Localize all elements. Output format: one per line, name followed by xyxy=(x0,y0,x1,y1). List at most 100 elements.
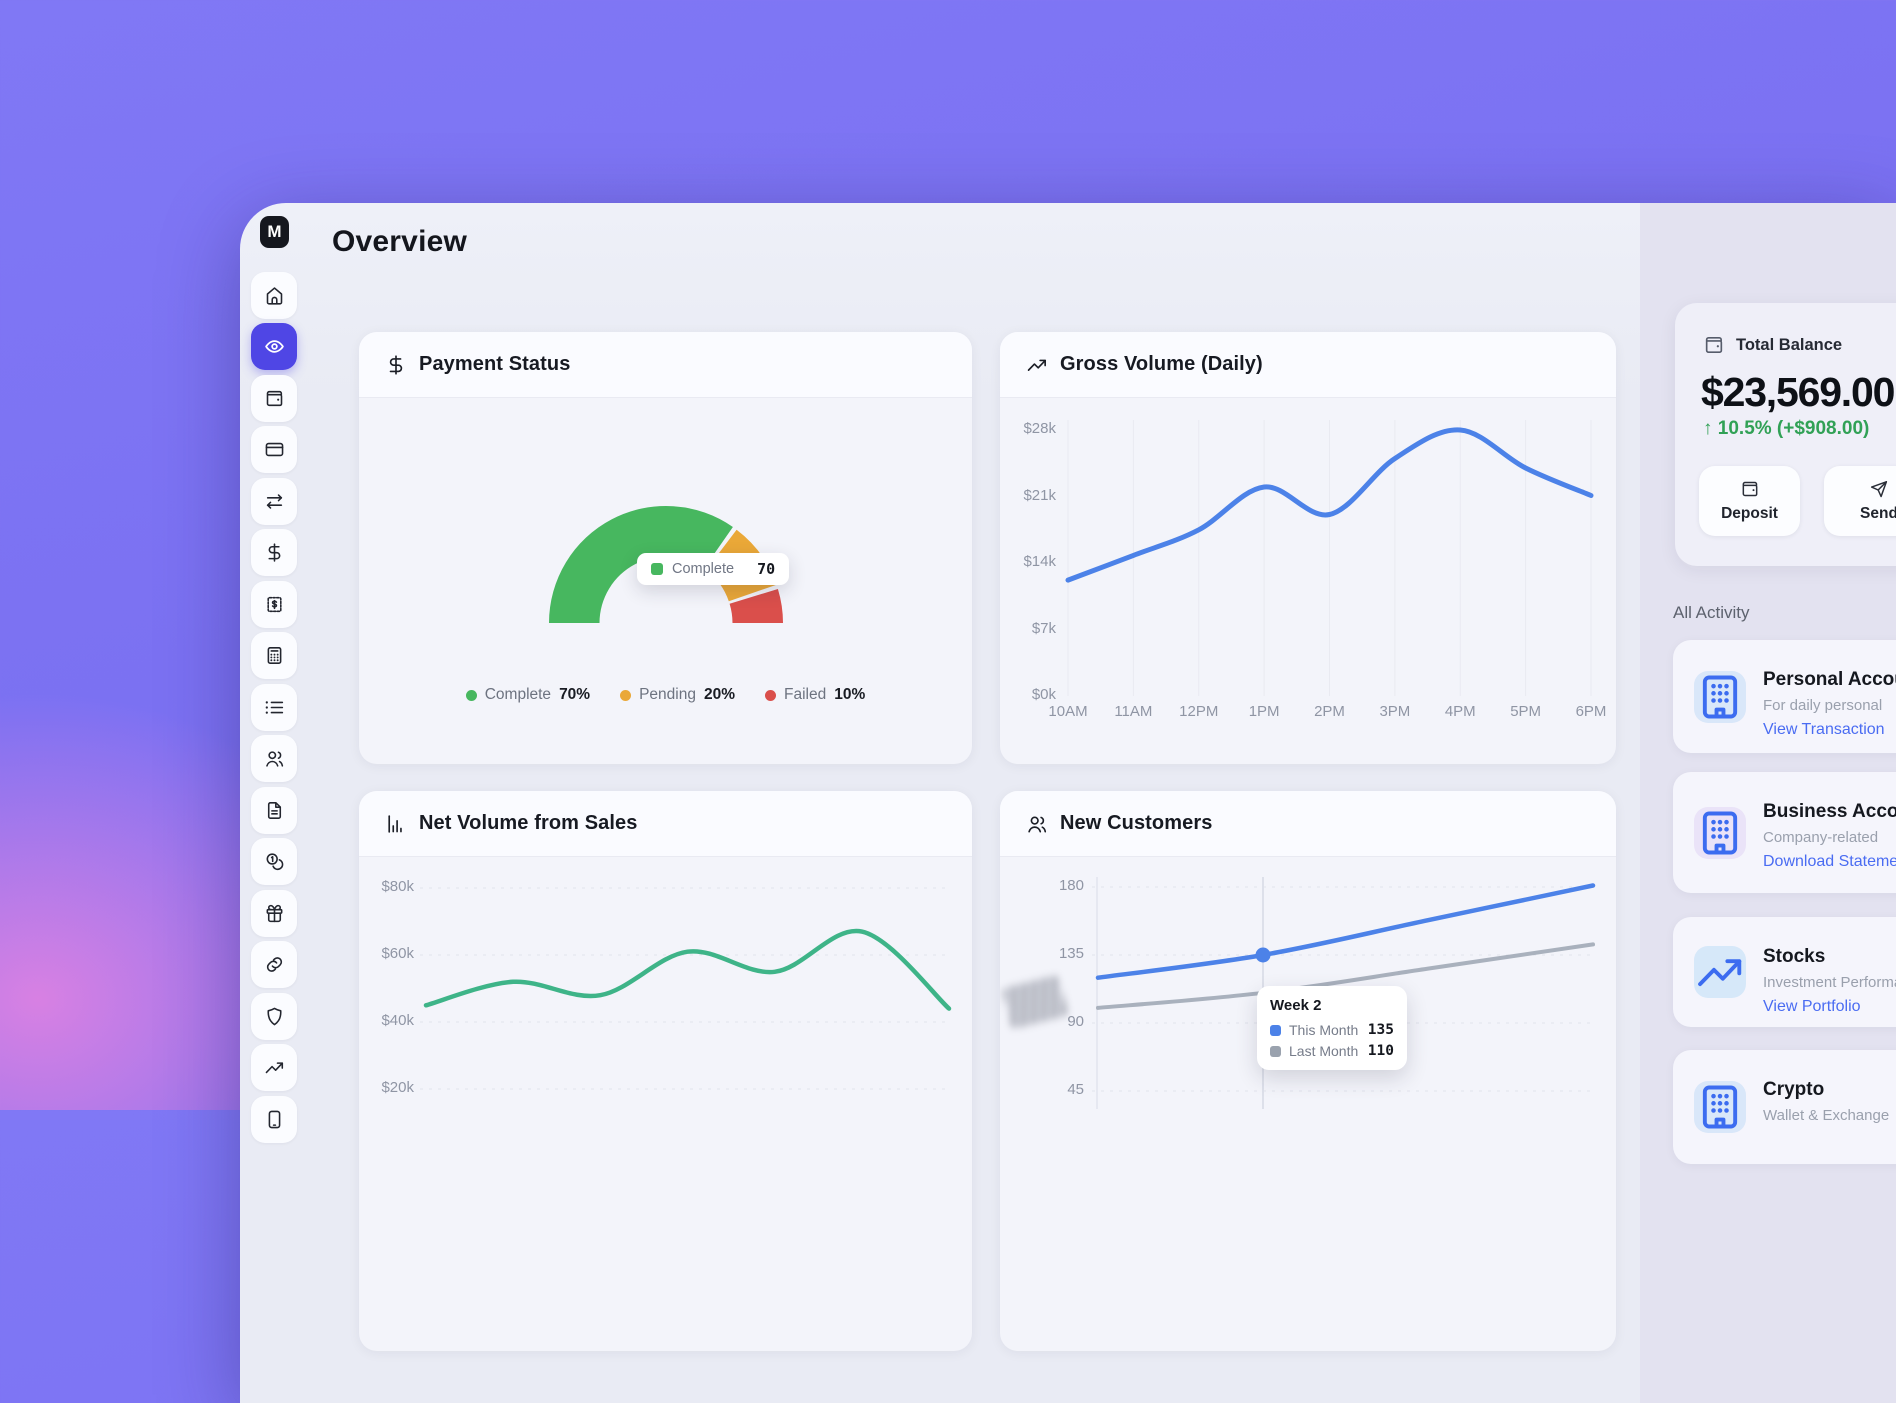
activity-subtitle: For daily personal xyxy=(1763,697,1882,714)
eye-icon xyxy=(264,336,285,357)
tooltip-label: Last Month xyxy=(1289,1043,1358,1059)
legend-value: 20% xyxy=(704,686,735,704)
legend-dot xyxy=(466,690,477,701)
tooltip-label: Complete xyxy=(672,561,734,577)
sidebar-item-coins[interactable] xyxy=(251,838,297,885)
legend-value: 70% xyxy=(559,686,590,704)
sidebar-item-wallet[interactable] xyxy=(251,375,297,422)
shield-icon xyxy=(264,1006,285,1027)
legend-label: Failed xyxy=(784,686,826,704)
x-tick-label: 2PM xyxy=(1298,703,1362,720)
page-title: Overview xyxy=(332,225,467,259)
legend-label: Pending xyxy=(639,686,696,704)
legend-value: 10% xyxy=(834,686,865,704)
y-tick-label: $20k xyxy=(363,1079,414,1096)
y-tick-label: $60k xyxy=(363,945,414,962)
receipt-dollar-icon xyxy=(264,594,285,615)
total-balance-card: Total Balance $23,569.00 ↑ 10.5% (+$908.… xyxy=(1675,303,1896,566)
tooltip-value: 110 xyxy=(1368,1043,1394,1059)
sidebar-item-overview[interactable] xyxy=(251,323,297,370)
legend-dot xyxy=(620,690,631,701)
trending-up-icon xyxy=(264,1057,285,1078)
balance-actions: Deposit Send xyxy=(1699,466,1896,536)
sidebar-item-security[interactable] xyxy=(251,993,297,1040)
legend-swatch xyxy=(651,563,663,575)
y-tick-label: $28k xyxy=(1004,420,1056,437)
building-icon xyxy=(1694,1081,1746,1133)
tooltip-label: This Month xyxy=(1289,1022,1358,1038)
x-tick-label: 3PM xyxy=(1363,703,1427,720)
gauge-tooltip: Complete 70 xyxy=(637,553,789,585)
net-volume-chart xyxy=(359,791,972,1351)
x-tick-label: 10AM xyxy=(1036,703,1100,720)
file-text-icon xyxy=(264,800,285,821)
sidebar-item-device[interactable] xyxy=(251,1096,297,1143)
y-tick-label: $7k xyxy=(1004,620,1056,637)
activity-link[interactable]: View Portfolio xyxy=(1763,998,1861,1016)
activity-link[interactable]: View Transaction xyxy=(1763,721,1885,739)
send-button[interactable]: Send xyxy=(1824,466,1896,536)
tooltip-title: Week 2 xyxy=(1270,997,1394,1014)
x-tick-label: 5PM xyxy=(1494,703,1558,720)
y-tick-label: 180 xyxy=(1034,877,1084,894)
coins-icon xyxy=(264,851,285,872)
legend-item: Complete 70% xyxy=(466,686,590,704)
tooltip-value: 70 xyxy=(757,560,775,578)
tooltip-value: 135 xyxy=(1368,1022,1394,1038)
sidebar-item-payments[interactable] xyxy=(251,529,297,576)
activity-title: Business Account xyxy=(1763,801,1896,823)
x-tick-label: 12PM xyxy=(1167,703,1231,720)
activity-item-crypto[interactable]: CryptoWallet & Exchange xyxy=(1673,1050,1896,1164)
sidebar-item-list[interactable] xyxy=(251,684,297,731)
chart-tooltip: Week 2 This Month 135 Last Month 110 xyxy=(1257,986,1407,1070)
gauge-legend: Complete 70% Pending 20% Failed 10% xyxy=(359,686,972,704)
y-tick-label: $14k xyxy=(1004,553,1056,570)
activity-item-stocks[interactable]: StocksInvestment PerformanceView Portfol… xyxy=(1673,917,1896,1027)
net-volume-card: Net Volume from Sales $80k$60k$40k$20k xyxy=(359,791,972,1351)
activity-title: Personal Account xyxy=(1763,669,1896,691)
tooltip-row: This Month 135 xyxy=(1270,1022,1394,1038)
tooltip-row: Last Month 110 xyxy=(1270,1043,1394,1059)
sidebar-item-analytics[interactable] xyxy=(251,1044,297,1091)
sidebar-item-transfers[interactable] xyxy=(251,478,297,525)
sidebar-item-links[interactable] xyxy=(251,941,297,988)
legend-dot xyxy=(765,690,776,701)
list-icon xyxy=(264,697,285,718)
app-logo[interactable]: M xyxy=(260,216,289,248)
building-icon xyxy=(1694,671,1746,723)
x-tick-label: 11AM xyxy=(1101,703,1165,720)
legend-label: Complete xyxy=(485,686,551,704)
sidebar-item-calculator[interactable] xyxy=(251,632,297,679)
all-activity-title: All Activity xyxy=(1673,603,1750,623)
sidebar-item-cards[interactable] xyxy=(251,426,297,473)
wallet-icon xyxy=(1703,334,1725,356)
gift-icon xyxy=(264,903,285,924)
sidebar-item-home[interactable] xyxy=(251,272,297,319)
sidebar-item-invoices[interactable] xyxy=(251,581,297,628)
y-tick-label: $80k xyxy=(363,878,414,895)
trending-up-icon xyxy=(1694,946,1746,998)
payment-status-card: Payment Status Complete 70 Complete 70% … xyxy=(359,332,972,764)
x-tick-label: 4PM xyxy=(1428,703,1492,720)
legend-item: Failed 10% xyxy=(765,686,865,704)
home-icon xyxy=(264,285,285,306)
legend-item: Pending 20% xyxy=(620,686,735,704)
activity-link[interactable]: Download Statement xyxy=(1763,853,1896,871)
new-customers-card: New Customers Week 2 This Month 135 Last… xyxy=(1000,791,1616,1351)
button-label: Deposit xyxy=(1721,505,1778,523)
send-icon xyxy=(1869,479,1889,499)
activity-item-personal-account[interactable]: Personal Account For daily personal View T… xyxy=(1673,640,1896,753)
credit-card-icon xyxy=(264,439,285,460)
calculator-icon xyxy=(264,645,285,666)
activity-subtitle: Company-related xyxy=(1763,829,1878,846)
x-tick-label: 1PM xyxy=(1232,703,1296,720)
activity-item-business-account[interactable]: Business Account Company-related Download … xyxy=(1673,772,1896,893)
deposit-button[interactable]: Deposit xyxy=(1699,466,1800,536)
activity-subtitle: Investment Performance xyxy=(1763,974,1896,991)
sidebar-item-documents[interactable] xyxy=(251,787,297,834)
sidebar-item-customers[interactable] xyxy=(251,735,297,782)
sidebar-item-rewards[interactable] xyxy=(251,890,297,937)
new-customers-chart xyxy=(1000,791,1616,1351)
y-tick-label: $21k xyxy=(1004,487,1056,504)
link-icon xyxy=(264,954,285,975)
